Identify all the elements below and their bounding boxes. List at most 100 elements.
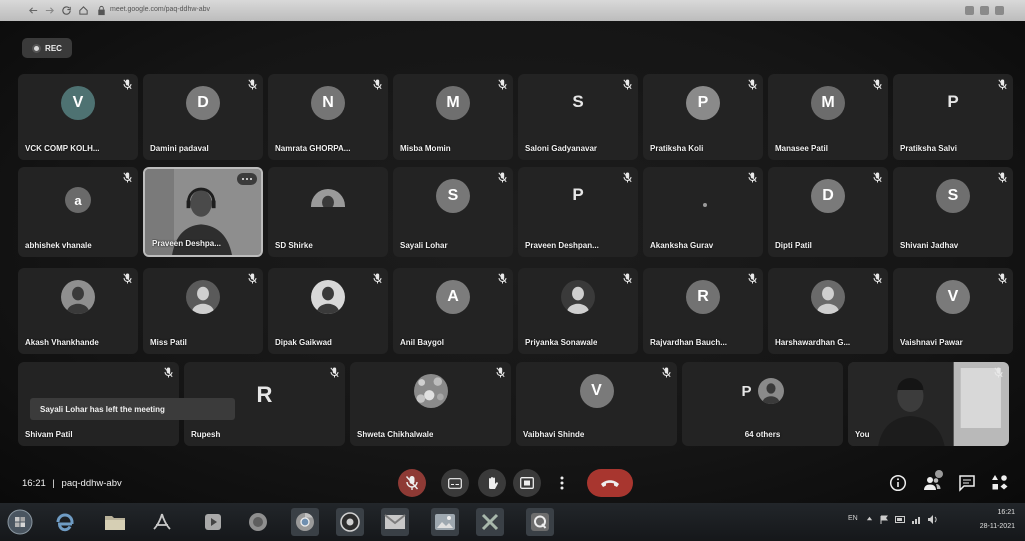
raise-hand-icon	[488, 476, 498, 489]
avatar: P	[686, 86, 720, 120]
taskbar-time[interactable]: 16:21	[997, 509, 1015, 516]
battery-icon[interactable]	[895, 515, 906, 524]
taskbar-app[interactable]	[476, 508, 504, 536]
tile-options-button[interactable]	[237, 173, 257, 185]
avatar-initial: P	[572, 185, 584, 204]
avatar-initial: P	[741, 382, 752, 400]
taskbar-app[interactable]	[148, 508, 176, 536]
toast-text: Sayali Lohar has left the meeting	[40, 404, 165, 414]
participant-tile[interactable]: V Vaishnavi Pawar	[893, 268, 1013, 354]
avatar-initial: P	[697, 94, 709, 111]
participant-tile[interactable]: V Vaibhavi Shinde	[516, 362, 677, 446]
start-orb-icon	[7, 509, 33, 535]
people-button[interactable]	[923, 470, 943, 492]
avatar-initial: V	[591, 382, 602, 399]
info-icon[interactable]	[889, 474, 907, 492]
start-button[interactable]	[6, 508, 34, 536]
volume-icon[interactable]	[928, 515, 938, 524]
mic-off-icon	[373, 273, 382, 284]
participant-tile[interactable]: A Anil Baygol	[393, 268, 513, 354]
participant-tile[interactable]: M Manasee Patil	[768, 74, 888, 160]
participant-tile[interactable]: S Sayali Lohar	[393, 167, 513, 257]
avatar-initial: R	[256, 382, 273, 407]
raise-hand-button[interactable]	[478, 469, 506, 497]
profile-photo	[811, 280, 845, 314]
end-call-icon	[601, 480, 619, 487]
activities-icon[interactable]	[991, 474, 1009, 492]
participant-tile[interactable]: M Misba Momin	[393, 74, 513, 160]
captions-button[interactable]	[441, 469, 469, 497]
avatar: V	[579, 374, 614, 408]
participant-tile[interactable]: SD Shirke	[268, 167, 388, 257]
participant-tile[interactable]: a abhishek vhanale	[18, 167, 138, 257]
media-player-icon	[205, 514, 221, 530]
participant-tile[interactable]: Dipak Gaikwad	[268, 268, 388, 354]
taskbar-date[interactable]: 28-11-2021	[980, 523, 1015, 530]
profile-photo	[311, 280, 345, 314]
participant-name: Manasee Patil	[775, 144, 828, 153]
taskbar-app[interactable]	[199, 508, 227, 536]
participant-tile[interactable]: Shweta Chikhalwale	[350, 362, 511, 446]
network-icon[interactable]	[912, 515, 922, 524]
participant-tile[interactable]: N Namrata GHORPA...	[268, 74, 388, 160]
taskbar-app[interactable]	[101, 508, 129, 536]
participant-tile[interactable]: Akash Vhankhande	[18, 268, 138, 354]
avatar-initial: M	[446, 94, 460, 111]
taskbar-app[interactable]	[431, 508, 459, 536]
mic-off-icon	[998, 172, 1007, 183]
participant-tile[interactable]: V VCK COMP KOLH...	[18, 74, 138, 160]
participant-tile[interactable]: P Pratiksha Salvi	[893, 74, 1013, 160]
taskbar-app[interactable]	[526, 508, 554, 536]
participant-tile[interactable]: Harshawardhan G...	[768, 268, 888, 354]
language-indicator[interactable]: EN	[848, 515, 858, 522]
mic-off-icon	[164, 367, 173, 378]
present-button[interactable]	[513, 469, 541, 497]
participant-name: abhishek vhanale	[25, 241, 92, 250]
participant-tile[interactable]: S Saloni Gadyanavar	[518, 74, 638, 160]
more-options-button[interactable]	[555, 469, 569, 497]
meeting-details: 16:21 | paq-ddhw-abv	[22, 478, 126, 489]
avatar: V	[61, 86, 95, 120]
participant-tile[interactable]: P Pratiksha Koli	[643, 74, 763, 160]
mic-off-icon	[748, 273, 757, 284]
participant-tile[interactable]: D Dipti Patil	[768, 167, 888, 257]
participant-name: Akash Vhankhande	[25, 338, 99, 347]
mic-off-icon	[123, 273, 132, 284]
taskbar-app[interactable]	[244, 508, 272, 536]
avatar-initial: M	[821, 94, 835, 111]
action-center-flag-icon[interactable]	[880, 515, 889, 524]
participant-name: Praveen Deshpan...	[525, 241, 599, 250]
mic-off-icon	[405, 476, 419, 490]
mic-off-icon	[662, 367, 671, 378]
participant-tile[interactable]: Miss Patil	[143, 268, 263, 354]
participant-tile[interactable]: D Damini padaval	[143, 74, 263, 160]
show-hidden-icons-icon[interactable]	[866, 515, 873, 522]
mic-off-icon	[498, 273, 507, 284]
avatar-initial: D	[822, 187, 834, 204]
profile-photo	[757, 378, 784, 404]
participant-name: Namrata GHORPA...	[275, 144, 351, 153]
microphone-button[interactable]	[398, 469, 426, 497]
avatar: D	[186, 86, 220, 120]
participant-name: Shivam Patil	[25, 430, 73, 439]
firefox-icon	[249, 513, 267, 531]
chat-icon[interactable]	[958, 474, 976, 492]
taskbar-app[interactable]	[291, 508, 319, 536]
participant-tile[interactable]: P 64 others	[682, 362, 843, 446]
profile-photo	[311, 189, 345, 207]
taskbar-app[interactable]	[51, 508, 79, 536]
avatar-initial: A	[447, 288, 459, 305]
participant-tile[interactable]: P Praveen Deshpan...	[518, 167, 638, 257]
taskbar-app[interactable]	[381, 508, 409, 536]
participant-tile[interactable]: Priyanka Sonawale	[518, 268, 638, 354]
taskbar-app[interactable]	[336, 508, 364, 536]
leave-call-button[interactable]	[587, 469, 633, 497]
self-view-tile[interactable]: You	[848, 362, 1009, 446]
avatar: a	[65, 187, 91, 213]
participant-tile[interactable]: Praveen Deshpa...	[143, 167, 263, 257]
participant-tile[interactable]: Akanksha Gurav	[643, 167, 763, 257]
participant-tile[interactable]: R Rajvardhan Bauch...	[643, 268, 763, 354]
participant-name: Shweta Chikhalwale	[357, 430, 434, 439]
avatar-initial: S	[447, 187, 459, 204]
participant-tile[interactable]: S Shivani Jadhav	[893, 167, 1013, 257]
